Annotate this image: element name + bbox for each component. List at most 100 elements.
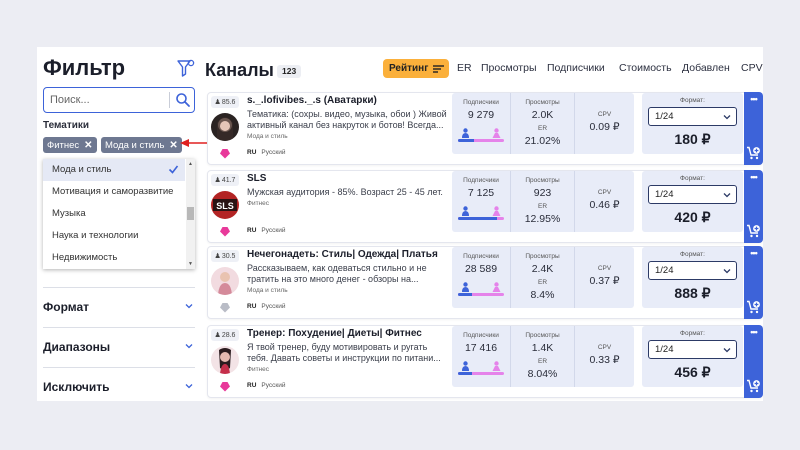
search-icon[interactable] xyxy=(175,92,191,108)
male-icon xyxy=(462,282,469,292)
gender-split xyxy=(452,206,510,220)
badge-value: 28.6 xyxy=(221,331,236,339)
rating-label: Рейтинг xyxy=(389,63,429,74)
subscribers-value: 28 589 xyxy=(464,263,498,275)
female-icon xyxy=(492,361,501,371)
views-col: Просмотры 923 ER 12.95% xyxy=(511,171,575,232)
topics-dropdown: Мода и стиль Мотивация и саморазвитие Му… xyxy=(43,159,195,269)
channel-category: Фитнес xyxy=(247,200,270,207)
dropdown-option[interactable]: Наука и технологии xyxy=(43,225,185,247)
add-to-cart-icon[interactable] xyxy=(746,224,761,238)
heart-icon[interactable] xyxy=(219,302,231,313)
chevron-down-icon xyxy=(723,269,731,274)
add-to-cart-icon[interactable] xyxy=(746,146,761,160)
dropdown-option[interactable]: Музыка xyxy=(43,203,185,225)
card-action-strip: ••• xyxy=(744,325,763,398)
more-options-icon[interactable]: ••• xyxy=(744,172,763,182)
more-options-icon[interactable]: ••• xyxy=(744,94,763,104)
gender-split xyxy=(452,128,510,142)
views-value: 923 xyxy=(533,187,552,199)
add-to-cart-icon[interactable] xyxy=(746,300,761,314)
channel-description: Рассказываем, как одеваться стильно и не… xyxy=(247,263,427,284)
remove-chip-icon[interactable]: ✕ xyxy=(84,140,92,151)
more-options-icon[interactable]: ••• xyxy=(744,327,763,337)
channel-name[interactable]: Нечегонадеть: Стиль| Одежда| Платья xyxy=(247,249,438,260)
person-icon: ♟ xyxy=(214,332,221,339)
gender-bar xyxy=(458,217,504,220)
heart-icon[interactable] xyxy=(219,226,231,237)
avatar[interactable] xyxy=(211,267,239,295)
channel-stats: Подписчики 17 416 Просмотры 1.4K ER 8.04… xyxy=(452,326,634,387)
dropdown-option[interactable]: Мотивация и саморазвитие xyxy=(43,181,185,203)
sort-cost[interactable]: Стоимость xyxy=(619,62,672,74)
heart-icon[interactable] xyxy=(219,381,231,392)
dropdown-option[interactable]: Недвижимость xyxy=(43,247,185,269)
channel-name[interactable]: SLS xyxy=(247,173,266,184)
scroll-up-icon[interactable]: ▲ xyxy=(188,161,193,167)
more-options-icon[interactable]: ••• xyxy=(744,248,763,258)
sort-rating-button[interactable]: Рейтинг xyxy=(383,59,449,78)
avatar[interactable] xyxy=(211,346,239,374)
avatar[interactable]: SLS xyxy=(211,191,239,219)
format-select[interactable]: 1/24 xyxy=(648,261,737,280)
stat-label: ER xyxy=(537,358,548,365)
add-to-cart-icon[interactable] xyxy=(746,379,761,393)
channel-card[interactable]: ♟ 30.5 Нечегонадеть: Стиль| Одежда| Плать… xyxy=(207,246,763,319)
subscribers-col: Подписчики 9 279 xyxy=(452,93,511,154)
stat-label: Просмотры xyxy=(525,332,560,339)
stat-label: Просмотры xyxy=(525,99,560,106)
channel-card[interactable]: ♟ 85.6 s._.lofivibes._.s (Аватарки) Темат… xyxy=(207,92,763,165)
channel-stats: Подписчики 7 125 Просмотры 923 ER 12.95%… xyxy=(452,171,634,232)
price: 456 ₽ xyxy=(674,364,711,380)
topics-label: Тематики xyxy=(43,120,90,131)
option-label: Наука и технологии xyxy=(52,230,139,241)
scrollbar-thumb[interactable] xyxy=(187,207,194,220)
subscribers-badge: ♟ 85.6 xyxy=(211,96,239,108)
section-format[interactable]: Формат xyxy=(43,287,195,327)
cpv-col: CPV 0.33 ₽ xyxy=(575,326,634,387)
sort-added[interactable]: Добавлен xyxy=(682,62,730,74)
channel-category: Мода и стиль xyxy=(247,287,288,294)
dropdown-scrollbar[interactable]: ▲ ▼ xyxy=(186,159,195,269)
channel-language: RU Русский xyxy=(247,149,286,156)
stat-label: Просмотры xyxy=(525,177,560,184)
format-panel: Формат: 1/24 180 ₽ xyxy=(642,93,743,154)
search-input[interactable] xyxy=(50,92,168,108)
sort-views[interactable]: Просмотры xyxy=(481,62,537,74)
format-select[interactable]: 1/24 xyxy=(648,340,737,359)
channel-stats: Подписчики 28 589 Просмотры 2.4K ER 8.4%… xyxy=(452,247,634,308)
heart-icon[interactable] xyxy=(219,148,231,159)
channel-name[interactable]: Тренер: Похудение| Диеты| Фитнес xyxy=(247,328,422,339)
sort-er[interactable]: ER xyxy=(457,62,472,74)
section-exclude[interactable]: Исключить xyxy=(43,367,195,401)
stat-label: Просмотры xyxy=(525,253,560,260)
filter-funnel-icon[interactable] xyxy=(177,59,195,79)
language-code: RU xyxy=(247,382,257,389)
dropdown-option[interactable]: Мода и стиль xyxy=(43,159,185,181)
avatar[interactable] xyxy=(211,113,239,141)
gender-bar xyxy=(458,293,504,296)
channel-name[interactable]: s._.lofivibes._.s (Аватарки) xyxy=(247,95,377,106)
option-label: Мода и стиль xyxy=(52,164,112,175)
topic-chip-fitness: Фитнес ✕ xyxy=(43,137,97,153)
format-value: 1/24 xyxy=(655,189,674,200)
stat-label: CPV xyxy=(597,189,612,196)
subscribers-col: Подписчики 7 125 xyxy=(452,171,511,232)
male-share-fill xyxy=(458,372,472,375)
channel-card[interactable]: ♟ 41.7 SLS SLS Мужская аудитория - 85%. В… xyxy=(207,170,763,243)
channel-card[interactable]: ♟ 28.6 Тренер: Похудение| Диеты| Фитнес Я… xyxy=(207,325,763,398)
option-label: Музыка xyxy=(52,208,86,219)
scroll-down-icon[interactable]: ▼ xyxy=(188,261,193,267)
sort-cpv[interactable]: CPV xyxy=(741,62,763,74)
cpv-value: 0.46 ₽ xyxy=(589,199,620,211)
remove-chip-icon[interactable]: ✕ xyxy=(169,140,177,151)
section-ranges[interactable]: Диапазоны xyxy=(43,327,195,367)
sort-subscribers[interactable]: Подписчики xyxy=(547,62,605,74)
format-select[interactable]: 1/24 xyxy=(648,185,737,204)
chevron-down-icon xyxy=(185,304,193,309)
male-icon xyxy=(462,206,469,216)
card-action-strip: ••• xyxy=(744,170,763,243)
chevron-down-icon xyxy=(185,384,193,389)
language-label: Русский xyxy=(261,303,286,310)
format-select[interactable]: 1/24 xyxy=(648,107,737,126)
